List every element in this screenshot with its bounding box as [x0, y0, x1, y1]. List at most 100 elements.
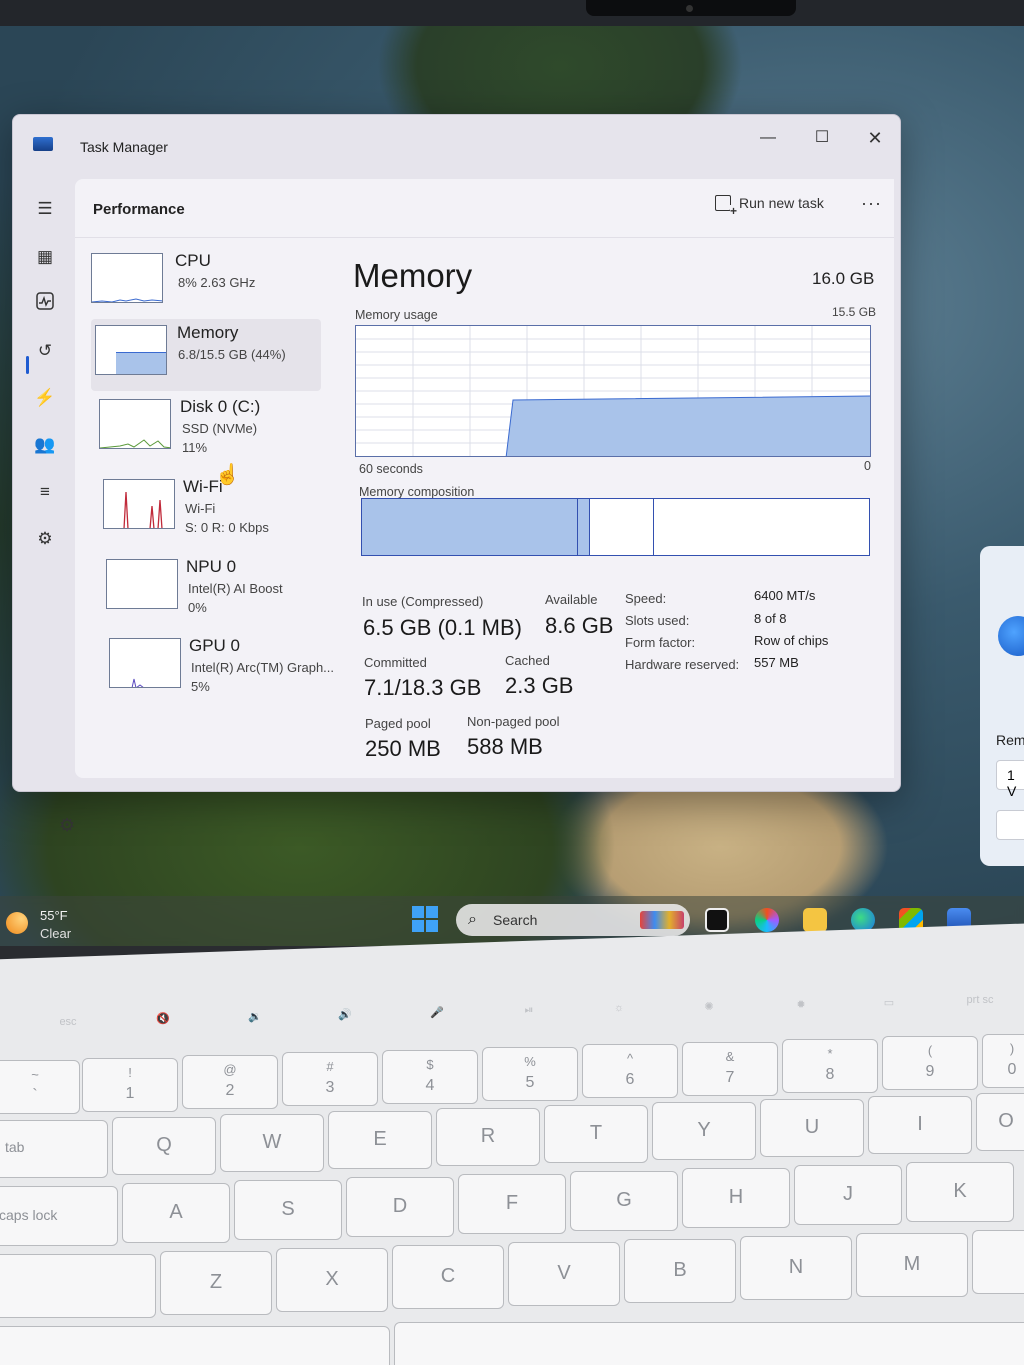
key-b[interactable]: B	[624, 1239, 736, 1303]
device-npu[interactable]: NPU 0 Intel(R) AI Boost 0%	[91, 553, 321, 625]
key-n[interactable]: N	[740, 1236, 852, 1300]
search-highlight-icon	[640, 911, 684, 929]
more-options-button[interactable]: ···	[861, 193, 882, 214]
file-explorer-icon[interactable]	[803, 908, 827, 932]
esc-key[interactable]: esc	[48, 1016, 88, 1050]
composition-modified	[578, 499, 590, 555]
webcam	[586, 0, 796, 16]
maximize-button[interactable]: ☐	[802, 123, 842, 153]
device-memory[interactable]: Memory 6.8/15.5 GB (44%)	[91, 319, 321, 391]
key-y[interactable]: Y	[652, 1102, 756, 1160]
key-w[interactable]: W	[220, 1114, 324, 1172]
side-panel-field[interactable]: 1 V	[996, 760, 1024, 799]
settings-gear-icon[interactable]: ⚙	[59, 815, 75, 836]
close-button[interactable]: ✕	[855, 123, 895, 153]
key-m[interactable]: M	[856, 1233, 968, 1297]
key-u[interactable]: U	[760, 1099, 864, 1157]
play-pause-key[interactable]: ⏯	[514, 1004, 544, 1038]
key-z[interactable]: Z	[160, 1251, 272, 1315]
device-wifi[interactable]: Wi-Fi Wi-Fi S: 0 R: 0 Kbps	[91, 473, 321, 545]
memory-composition-bar	[361, 498, 870, 556]
key-s[interactable]: S	[234, 1180, 342, 1240]
title-bar[interactable]: Task Manager — ☐ ✕	[13, 115, 900, 175]
startup-apps-icon[interactable]: ⚡	[33, 386, 57, 410]
key-e[interactable]: E	[328, 1111, 432, 1169]
copilot-icon	[998, 616, 1024, 656]
volume-up-key[interactable]: 🔊	[330, 1008, 360, 1042]
device-disk[interactable]: Disk 0 (C:) SSD (NVMe) 11%	[91, 393, 321, 465]
key-9[interactable]: (9	[882, 1036, 978, 1090]
backlight-key[interactable]: ☼	[604, 1002, 634, 1036]
minimize-button[interactable]: —	[748, 123, 788, 153]
header-divider	[75, 237, 894, 238]
key-6[interactable]: ^ 6	[582, 1044, 678, 1098]
key-g[interactable]: G	[570, 1171, 678, 1231]
mute-key[interactable]: 🔇	[148, 1012, 178, 1046]
key-5[interactable]: % 5	[482, 1047, 578, 1101]
weather-temperature[interactable]: 55°F	[40, 908, 68, 923]
processes-icon[interactable]: ▦	[33, 245, 57, 269]
active-nav-indicator	[26, 356, 29, 374]
spacebar[interactable]	[394, 1322, 1024, 1365]
bottom-row-keys[interactable]	[0, 1326, 390, 1365]
side-panel-field-2[interactable]	[996, 810, 1024, 840]
key-r[interactable]: R	[436, 1108, 540, 1166]
cpu-thumbnail-graph	[91, 253, 163, 303]
device-name: GPU 0	[189, 636, 241, 655]
key-4[interactable]: $4	[382, 1050, 478, 1104]
key-o[interactable]: O	[976, 1093, 1024, 1151]
side-widget-panel[interactable]: Rem 1 V	[980, 546, 1024, 866]
tilde-key[interactable]: ~ `	[0, 1060, 80, 1114]
caps-lock-key[interactable]: caps lock	[0, 1186, 118, 1246]
copilot-app-icon[interactable]	[755, 908, 779, 932]
non-paged-pool-label: Non-paged pool	[467, 714, 560, 729]
memory-usage-max: 15.5 GB	[832, 305, 877, 319]
key-2[interactable]: @2	[182, 1055, 278, 1109]
device-gpu[interactable]: GPU 0 Intel(R) Arc(TM) Graph... 5%	[91, 632, 334, 704]
key-x[interactable]: X	[276, 1248, 388, 1312]
key-1[interactable]: ! 1	[82, 1058, 178, 1112]
key-h[interactable]: H	[682, 1168, 790, 1228]
task-manager-app-icon	[33, 137, 53, 151]
key-3[interactable]: #3	[282, 1052, 378, 1106]
users-icon[interactable]: 👥	[33, 433, 57, 457]
key-k[interactable]: K	[906, 1162, 1014, 1222]
details-icon[interactable]: ≡	[33, 480, 57, 504]
print-screen-key[interactable]: prt sc	[955, 994, 1005, 1028]
tab-key[interactable]: tab	[0, 1120, 108, 1178]
left-shift-key[interactable]	[0, 1254, 156, 1318]
hamburger-menu-icon[interactable]: ☰	[33, 197, 57, 221]
weather-moon-icon[interactable]	[6, 912, 28, 934]
display-key[interactable]: ▭	[874, 996, 904, 1030]
comma-key[interactable]	[972, 1230, 1024, 1294]
key-d[interactable]: D	[346, 1177, 454, 1237]
desktop-screen: Rem 1 V Task Manager — ☐ ✕ ☰ ▦ ↺ ⚡ 👥 ≡ ⚙…	[0, 26, 1024, 946]
key-q[interactable]: Q	[112, 1117, 216, 1175]
key-7[interactable]: & 7	[682, 1042, 778, 1096]
key-8[interactable]: * 8	[782, 1039, 878, 1093]
key-a[interactable]: A	[122, 1183, 230, 1243]
brightness-up-key[interactable]: ✹	[786, 998, 816, 1032]
services-icon[interactable]: ⚙	[33, 527, 57, 551]
performance-icon[interactable]	[33, 292, 57, 316]
key-j[interactable]: J	[794, 1165, 902, 1225]
device-detail: SSD (NVMe)	[182, 421, 258, 436]
app-history-icon[interactable]: ↺	[33, 339, 57, 363]
mic-mute-key[interactable]: 🎤	[422, 1006, 452, 1040]
key-f[interactable]: F	[458, 1174, 566, 1234]
key-c[interactable]: C	[392, 1245, 504, 1309]
start-button[interactable]	[412, 906, 438, 932]
run-new-task-button[interactable]: Run new task	[715, 195, 824, 217]
run-task-icon	[715, 195, 738, 217]
brightness-down-key[interactable]: ✺	[694, 1000, 724, 1034]
device-cpu[interactable]: CPU 8% 2.63 GHz	[91, 247, 321, 319]
key-v[interactable]: V	[508, 1242, 620, 1306]
task-view-icon[interactable]	[705, 908, 729, 932]
volume-down-key[interactable]: 🔉	[240, 1010, 270, 1044]
weather-condition[interactable]: Clear	[40, 926, 71, 941]
taskbar-search[interactable]: ⌕ Search	[456, 904, 690, 936]
key-i[interactable]: I	[868, 1096, 972, 1154]
graph-min-label: 0	[864, 459, 871, 473]
key-0[interactable]: ) 0	[982, 1034, 1024, 1088]
key-t[interactable]: T	[544, 1105, 648, 1163]
